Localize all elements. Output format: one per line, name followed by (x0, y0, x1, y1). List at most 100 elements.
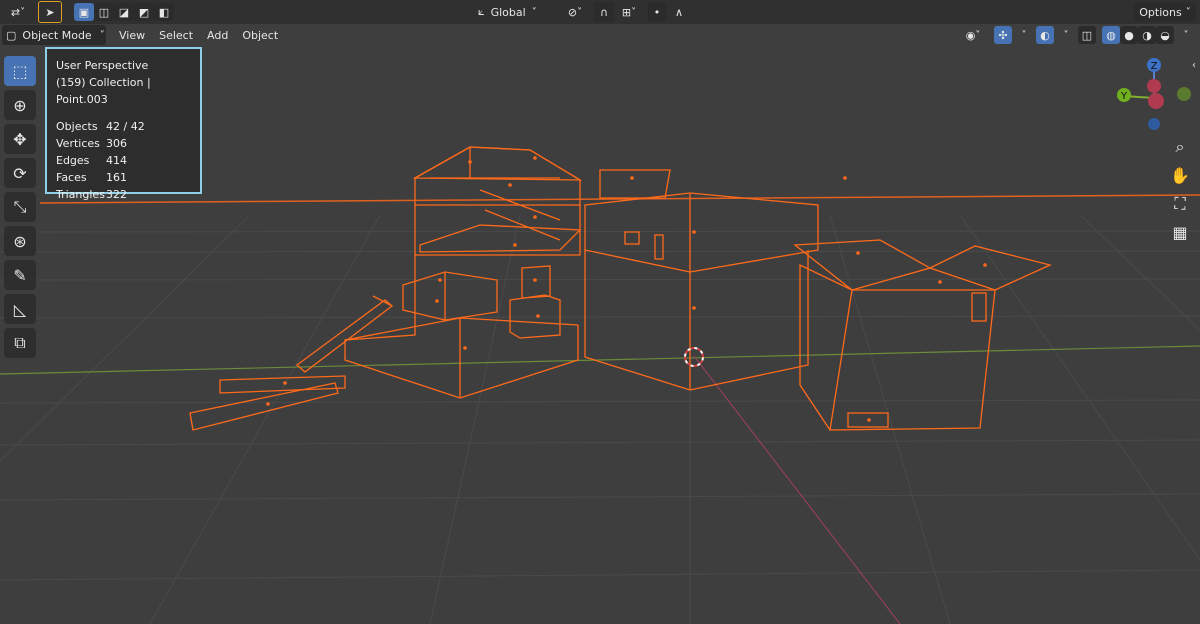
gizmo-z-label: Z (1151, 61, 1158, 72)
shading-dropdown[interactable]: ˅ (1180, 26, 1192, 44)
grid-icon: ▦ (1172, 222, 1188, 242)
proportional-edit-icon: • (653, 5, 661, 19)
gizmo-neg-x-ball[interactable] (1147, 79, 1161, 93)
measure-icon: ◺ (13, 299, 27, 319)
chevron-down-icon: ˅ (20, 6, 26, 18)
wireframe-sphere-icon: ◍ (1106, 28, 1116, 42)
overlays-dropdown[interactable]: ˅ (1060, 26, 1072, 44)
wireframe-objects (189, 146, 1052, 431)
xray-icon: ◫ (1081, 28, 1093, 42)
ortho-toggle-button[interactable]: ▦ (1168, 220, 1192, 244)
stat-objects: Objects 42 / 42 (56, 118, 191, 135)
shading-mode-group: ◍ ● ◑ ◒ (1102, 26, 1174, 44)
gizmo-neg-z-ball[interactable] (1148, 118, 1160, 130)
shading-solid-button[interactable]: ● (1120, 26, 1138, 44)
stat-label: Edges (56, 154, 90, 167)
select-subtract-button[interactable]: ◪ (114, 3, 134, 21)
collapse-sidebar-arrow-icon[interactable]: ‹ (1192, 60, 1200, 72)
pivot-icon: ⇄ (10, 5, 21, 19)
material-sphere-icon: ◑ (1142, 28, 1152, 42)
camera-view-button[interactable]: ⛶ (1168, 192, 1192, 216)
select-new-button[interactable]: ▣ (74, 3, 94, 21)
shading-material-button[interactable]: ◑ (1138, 26, 1156, 44)
select-subtract-icon: ◪ (118, 5, 130, 19)
chevron-down-icon: ˅ (1183, 29, 1189, 41)
object-mode-icon: ▢ (6, 28, 17, 42)
viewport-header: ▢ Object Mode ˅ View Select Add Object ◉… (0, 24, 1200, 46)
selection-mode-group: ▣ ◫ ◪ ◩ ◧ (74, 3, 174, 21)
gizmo-toggle[interactable]: ✣ (994, 26, 1012, 44)
stat-triangles: Triangles 322 (56, 186, 191, 203)
pivot-point-dropdown[interactable]: ⊘ ˅ (560, 2, 590, 22)
arrow-cursor-icon: ➤ (45, 5, 55, 19)
stat-faces: Faces 161 (56, 169, 191, 186)
snap-increment-icon: ⊞ (621, 5, 632, 19)
hand-icon: ✋ (1170, 165, 1190, 185)
gizmo-dropdown[interactable]: ˅ (1018, 26, 1030, 44)
transform-orientation-value: Global (490, 5, 526, 19)
x-axis-line (0, 345, 1200, 375)
pan-button[interactable]: ✋ (1168, 163, 1192, 187)
menu-select[interactable]: Select (152, 25, 200, 45)
stat-vertices: Vertices 306 (56, 135, 191, 152)
shading-rendered-button[interactable]: ◒ (1156, 26, 1174, 44)
select-extend-icon: ◫ (98, 5, 110, 19)
stat-value: 414 (106, 154, 127, 167)
select-tool-button[interactable]: ➤ (38, 1, 62, 23)
tool-select-box[interactable]: ⬚ (4, 56, 36, 86)
gizmo-icon: ✣ (998, 28, 1008, 42)
select-invert-button[interactable]: ◩ (134, 3, 154, 21)
xray-toggle[interactable]: ◫ (1078, 26, 1096, 44)
magnet-icon: ∩ (599, 5, 609, 19)
gizmo-x-ball[interactable] (1148, 93, 1164, 109)
zoom-button[interactable]: ⌕ (1168, 135, 1192, 159)
menu-view[interactable]: View (112, 25, 152, 45)
falloff-dropdown[interactable]: ∧ (668, 2, 690, 22)
falloff-curve-icon: ∧ (674, 5, 684, 19)
navigation-gizmo[interactable]: Z Y (1110, 54, 1200, 134)
transform-pivot-button[interactable]: ⇄ ˅ (4, 2, 32, 22)
overlays-toggle[interactable]: ◐ (1036, 26, 1054, 44)
y-axis-line (693, 355, 901, 624)
tool-cursor[interactable]: ⊕ (4, 90, 36, 120)
menu-object[interactable]: Object (235, 25, 285, 45)
options-label: Options (1139, 5, 1182, 19)
shading-wireframe-button[interactable]: ◍ (1102, 26, 1120, 44)
select-extend-button[interactable]: ◫ (94, 3, 114, 21)
rendered-sphere-icon: ◒ (1160, 28, 1170, 42)
chevron-down-icon: ˅ (631, 6, 637, 18)
orientation-icon: ⟀ (478, 5, 485, 18)
tool-move[interactable]: ✥ (4, 124, 36, 154)
3d-cursor (684, 347, 704, 367)
camera-icon: ⛶ (1174, 194, 1186, 213)
gizmo-y-label: Y (1120, 91, 1128, 102)
snap-target-dropdown[interactable]: ⊞ ˅ (616, 2, 642, 22)
tool-add-cube[interactable]: ⧉ (4, 328, 36, 358)
tool-scale[interactable]: ⤡ (4, 192, 36, 222)
stat-label: Vertices (56, 137, 100, 150)
menu-add[interactable]: Add (200, 25, 235, 45)
select-intersect-icon: ◧ (158, 5, 170, 19)
select-intersect-button[interactable]: ◧ (154, 3, 174, 21)
chevron-down-icon: ˅ (1021, 29, 1027, 41)
tool-annotate[interactable]: ✎ (4, 260, 36, 290)
move-icon: ✥ (13, 129, 27, 149)
chevron-down-icon: ˅ (99, 29, 105, 41)
rotate-icon: ⟳ (13, 163, 27, 183)
gizmo-neg-y-ball[interactable] (1177, 87, 1191, 101)
tool-transform[interactable]: ⊛ (4, 226, 36, 256)
transform-orientation-dropdown[interactable]: ⟀ Global ˅ (478, 2, 554, 22)
chevron-down-icon: ˅ (1185, 6, 1191, 18)
select-invert-icon: ◩ (138, 5, 150, 19)
visibility-dropdown[interactable]: ◉ ˅ (958, 25, 988, 45)
horizon-line (39, 194, 1200, 204)
cursor-icon: ⊕ (13, 95, 27, 115)
proportional-edit-toggle[interactable]: • (648, 2, 666, 22)
stat-value: 42 / 42 (106, 120, 145, 133)
stat-edges: Edges 414 (56, 152, 191, 169)
mode-dropdown[interactable]: ▢ Object Mode ˅ (2, 25, 106, 45)
tool-measure[interactable]: ◺ (4, 294, 36, 324)
options-dropdown[interactable]: Options ˅ (1134, 2, 1196, 22)
snap-toggle[interactable]: ∩ (594, 2, 614, 22)
tool-rotate[interactable]: ⟳ (4, 158, 36, 188)
